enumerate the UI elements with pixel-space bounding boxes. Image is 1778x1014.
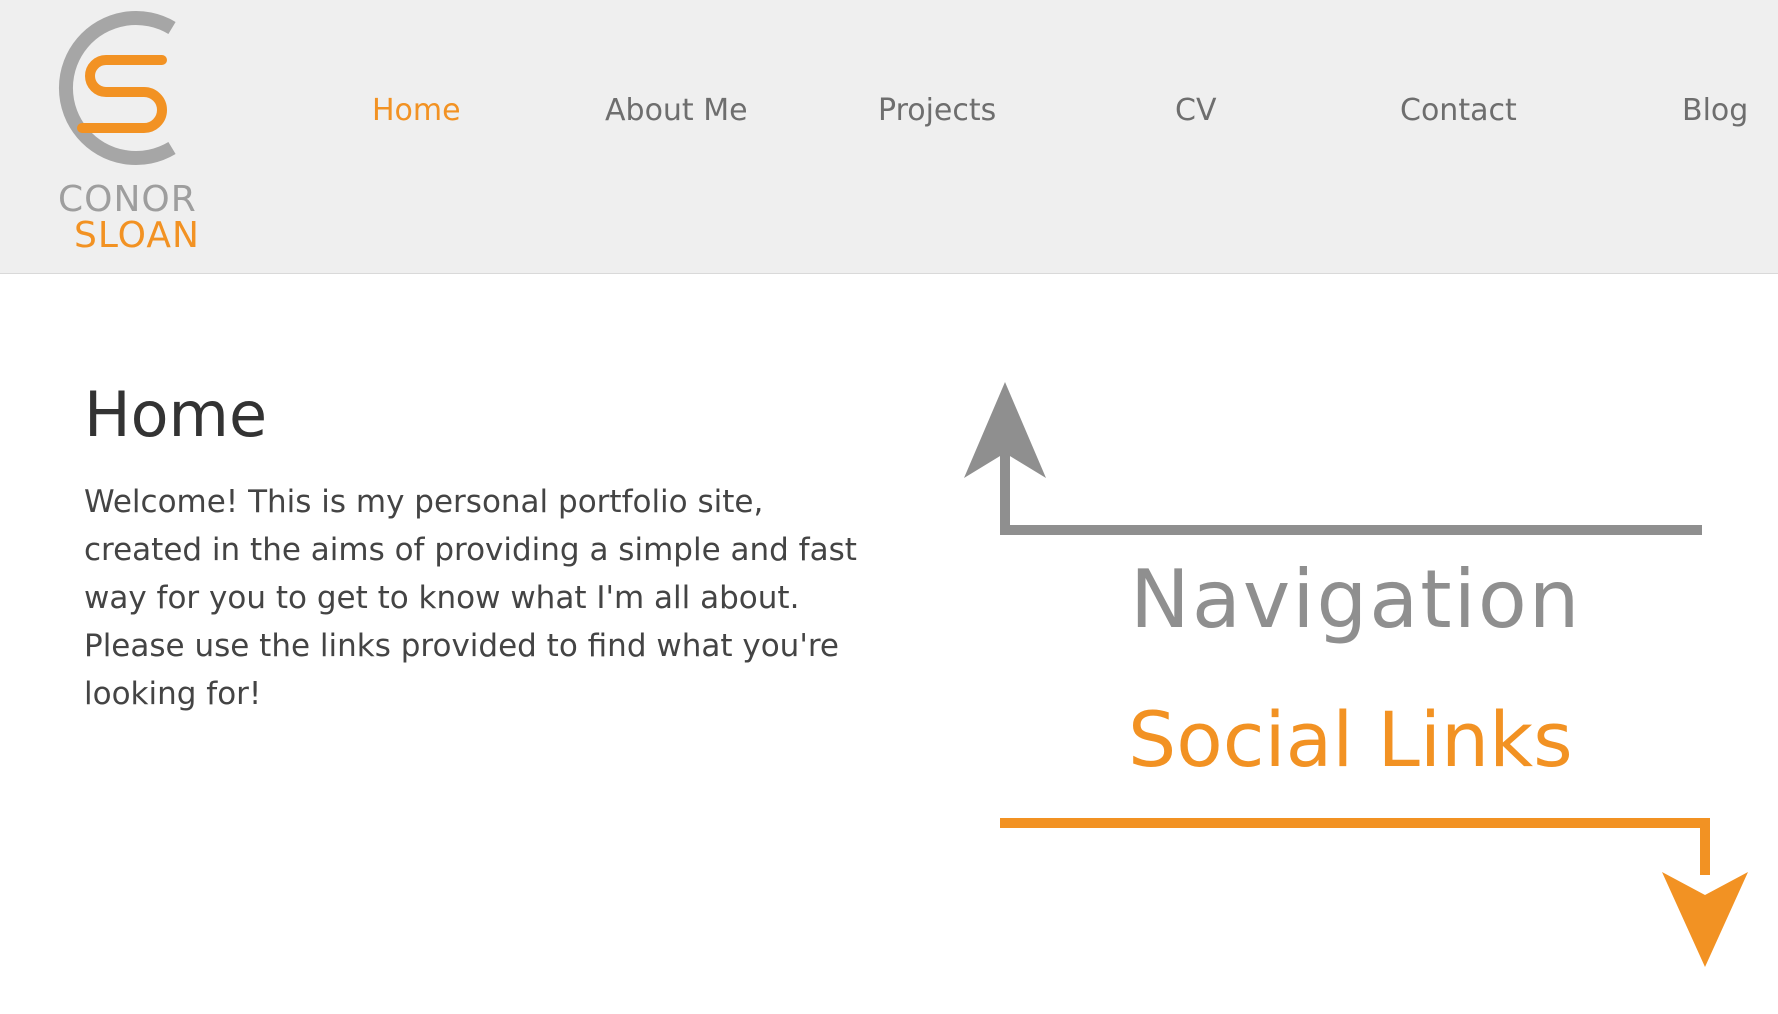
site-header: CONOR SLOAN Home About Me Projects CV Co… <box>0 0 1778 274</box>
arrow-down-icon <box>1000 818 1748 967</box>
intro-paragraph: Welcome! This is my personal portfolio s… <box>84 484 857 712</box>
site-logo[interactable]: CONOR SLOAN <box>44 10 244 255</box>
page-title: Home <box>84 378 268 451</box>
nav-contact[interactable]: Contact <box>1400 86 1517 136</box>
logo-last-name: SLOAN <box>74 215 200 256</box>
nav-cv[interactable]: CV <box>1175 86 1216 136</box>
nav-blog[interactable]: Blog <box>1682 86 1748 136</box>
social-links-label: Social Links <box>1128 695 1573 784</box>
logo-first-name: CONOR <box>58 179 197 220</box>
navigation-label: Navigation <box>1130 553 1582 646</box>
nav-projects[interactable]: Projects <box>878 86 996 136</box>
guide-arrows <box>964 382 1748 967</box>
guide-diagram: Navigation Social Links <box>950 375 1750 995</box>
arrow-up-icon <box>964 382 1702 535</box>
nav-home[interactable]: Home <box>372 86 461 136</box>
nav-about-me[interactable]: About Me <box>605 86 748 136</box>
